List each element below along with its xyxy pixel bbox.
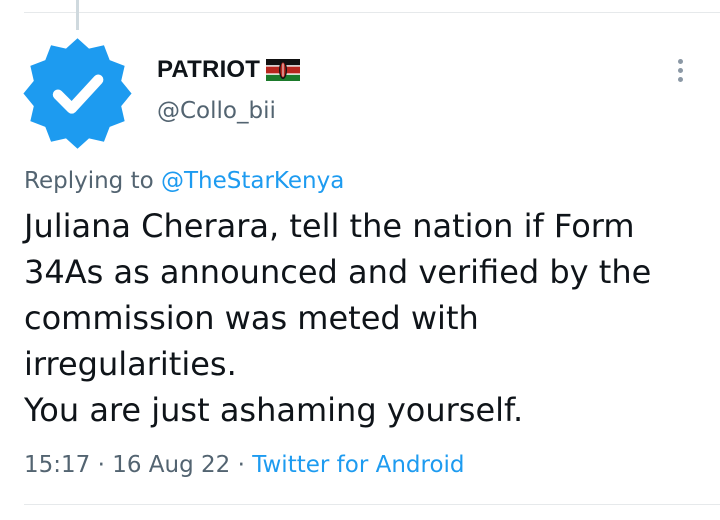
top-divider [24, 12, 720, 13]
tweet-metadata: 15:17 · 16 Aug 22 · Twitter for Android [24, 452, 465, 478]
display-name[interactable]: PATRIOT [157, 56, 260, 84]
author-handle[interactable]: @Collo_bii [157, 98, 276, 124]
thread-connector-line [76, 0, 79, 30]
tweet-text-line: You are just ashaming yourself. [24, 391, 524, 429]
bottom-divider [24, 504, 720, 505]
avatar[interactable] [20, 36, 135, 151]
replying-to: Replying to @TheStarKenya [24, 168, 344, 194]
replying-to-handle-link[interactable]: @TheStarKenya [161, 168, 344, 194]
kenya-flag-icon [266, 59, 301, 81]
tweet-date[interactable]: 16 Aug 22 [112, 452, 230, 478]
tweet-text-line: irregularities. [24, 345, 237, 383]
tweet-text-line: commission was meted with [24, 299, 479, 337]
tweet-text-line: Juliana Cherara, tell the nation if Form [24, 207, 635, 245]
meta-separator: · [237, 452, 245, 478]
tweet-text: Juliana Cherara, tell the nation if Form… [24, 203, 714, 433]
replying-to-label: Replying to [24, 168, 154, 194]
tweet-time[interactable]: 15:17 [24, 452, 90, 478]
meta-separator: · [97, 452, 105, 478]
more-options-button[interactable] [668, 56, 692, 84]
author-name-row[interactable]: PATRIOT [157, 56, 301, 84]
more-vertical-icon [677, 58, 683, 64]
tweet-source-link[interactable]: Twitter for Android [252, 452, 464, 478]
verified-badge-icon [23, 38, 132, 149]
tweet-text-line: 34As as announced and verified by the [24, 253, 652, 291]
more-vertical-icon-dot [677, 67, 683, 73]
more-vertical-icon-dot [677, 76, 683, 82]
